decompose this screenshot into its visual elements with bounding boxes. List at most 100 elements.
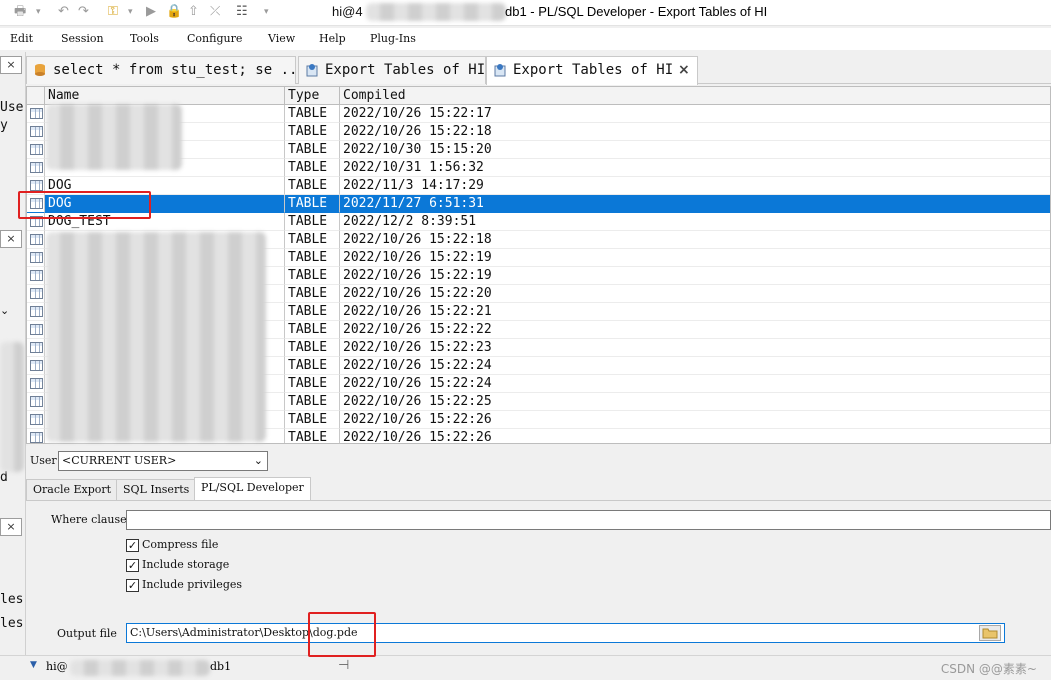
- tab-oracle-export[interactable]: Oracle Export: [26, 479, 119, 501]
- grid-corner: [27, 87, 45, 105]
- redacted-names: [46, 104, 182, 170]
- key-icon[interactable]: ⚿: [108, 4, 118, 20]
- include-storage-label: Include storage: [142, 558, 230, 571]
- output-file-input[interactable]: C:\Users\Administrator\Desktop\dog.pde: [126, 623, 1005, 643]
- type-cell: TABLE: [285, 411, 340, 429]
- table-row[interactable]: DOG TABLE 2022/11/3 14:17:29: [27, 177, 1050, 195]
- customize-toolbar-icon[interactable]: ▾: [264, 4, 269, 20]
- menu-configure[interactable]: Configure: [187, 32, 242, 45]
- compress-file-checkbox[interactable]: ✓: [126, 539, 139, 552]
- row-icon-cell: [27, 429, 45, 443]
- compiled-cell: 2022/10/26 15:22:21: [340, 303, 1050, 321]
- print-dropdown-icon[interactable]: ▾: [36, 4, 41, 20]
- table-icon: [30, 324, 43, 335]
- export-options-form: User <CURRENT USER> ⌄ Oracle Export SQL …: [26, 446, 1051, 654]
- type-cell: TABLE: [285, 303, 340, 321]
- table-icon: [30, 342, 43, 353]
- menu-session[interactable]: Session: [61, 32, 104, 45]
- lock-icon[interactable]: 🔒: [166, 4, 182, 20]
- where-clause-label: Where clause: [51, 513, 127, 526]
- undo-icon[interactable]: ↶: [58, 4, 69, 20]
- row-icon-cell: [27, 213, 45, 231]
- compiled-cell: 2022/10/26 15:22:26: [340, 429, 1050, 443]
- tab-sql-inserts[interactable]: SQL Inserts: [116, 479, 197, 501]
- connection-dropdown-icon[interactable]: ▼: [30, 660, 37, 670]
- tab-sql-window[interactable]: select * from stu_test; se ...: [26, 56, 306, 84]
- compiled-cell: 2022/12/2 8:39:51: [340, 213, 1050, 231]
- watermark: CSDN @@素素~: [940, 662, 1037, 676]
- panel-close-button[interactable]: ×: [0, 56, 22, 74]
- table-icon: [30, 414, 43, 425]
- type-cell: TABLE: [285, 393, 340, 411]
- tab-label: select * from stu_test; se ...: [53, 62, 306, 78]
- redacted-panel: [0, 342, 24, 472]
- row-icon-cell: [27, 411, 45, 429]
- redacted-connection: [70, 660, 210, 676]
- table-icon: [30, 396, 43, 407]
- table-icon: [30, 252, 43, 263]
- tab-plsql-developer[interactable]: PL/SQL Developer: [194, 477, 311, 501]
- table-icon: [30, 234, 43, 245]
- window-title: db1 - PL/SQL Developer - Export Tables o…: [505, 4, 768, 19]
- type-cell: TABLE: [285, 285, 340, 303]
- row-icon-cell: [27, 339, 45, 357]
- type-cell: TABLE: [285, 177, 340, 195]
- execute-icon[interactable]: ▶: [146, 4, 156, 20]
- database-icon: [35, 64, 45, 76]
- tab-label: Export Tables of HI: [513, 62, 674, 78]
- row-icon-cell: [27, 357, 45, 375]
- type-cell: TABLE: [285, 357, 340, 375]
- compiled-cell: 2022/10/26 15:22:17: [340, 105, 1050, 123]
- panel-close-button[interactable]: ×: [0, 230, 22, 248]
- column-header-type[interactable]: Type: [285, 87, 340, 105]
- browse-folder-button[interactable]: [979, 625, 1001, 641]
- compiled-cell: 2022/10/26 15:22:23: [340, 339, 1050, 357]
- rollback-icon[interactable]: ⤫: [210, 4, 220, 20]
- menu-edit[interactable]: Edit: [10, 32, 33, 45]
- key-dropdown-icon[interactable]: ▾: [128, 4, 133, 20]
- left-side-panel: × Use: y × ⌄ d × les les: [0, 52, 26, 655]
- compiled-cell: 2022/11/3 14:17:29: [340, 177, 1050, 195]
- redo-icon[interactable]: ↷: [78, 4, 89, 20]
- window-title-prefix: hi@4: [332, 4, 363, 19]
- row-icon-cell: [27, 285, 45, 303]
- menu-help[interactable]: Help: [319, 32, 346, 45]
- compiled-cell: 2022/10/26 15:22:19: [340, 267, 1050, 285]
- column-header-name[interactable]: Name: [45, 87, 285, 105]
- filter-settings-icon[interactable]: ☷: [236, 4, 248, 20]
- tab-export-tables-active[interactable]: Export Tables of HI ×: [486, 56, 698, 85]
- row-icon-cell: [27, 393, 45, 411]
- table-icon: [30, 270, 43, 281]
- chevron-down-icon[interactable]: ⌄: [0, 304, 24, 317]
- column-header-compiled[interactable]: Compiled: [340, 87, 1050, 105]
- include-privileges-checkbox[interactable]: ✓: [126, 579, 139, 592]
- compiled-cell: 2022/10/26 15:22:24: [340, 375, 1050, 393]
- user-select[interactable]: <CURRENT USER> ⌄: [58, 451, 268, 471]
- name-cell: DOG_TEST: [45, 213, 285, 231]
- menu-bar: Edit Session Tools Configure View Help P…: [0, 28, 1051, 50]
- output-file-label: Output file: [57, 627, 117, 640]
- compiled-cell: 2022/10/26 15:22:24: [340, 357, 1050, 375]
- compiled-cell: 2022/10/26 15:22:25: [340, 393, 1050, 411]
- tab-export-tables[interactable]: Export Tables of HI: [298, 56, 486, 84]
- menu-view[interactable]: View: [268, 32, 295, 45]
- include-storage-checkbox[interactable]: ✓: [126, 559, 139, 572]
- panel-close-button[interactable]: ×: [0, 518, 22, 536]
- where-clause-input[interactable]: [126, 510, 1051, 530]
- commit-icon[interactable]: ⇧: [188, 4, 199, 20]
- pin-icon[interactable]: ⊣: [338, 658, 349, 673]
- table-icon: [30, 126, 43, 137]
- type-cell: TABLE: [285, 213, 340, 231]
- print-icon[interactable]: 🖶: [14, 4, 26, 20]
- table-icon: [30, 198, 43, 209]
- table-icon: [30, 360, 43, 371]
- table-icon: [30, 216, 43, 227]
- menu-tools[interactable]: Tools: [130, 32, 159, 45]
- menu-plugins[interactable]: Plug-Ins: [370, 32, 416, 45]
- plsql-developer-panel: Where clause ✓ Compress file ✓ Include s…: [26, 500, 1051, 654]
- table-row[interactable]: DOG_TEST TABLE 2022/12/2 8:39:51: [27, 213, 1050, 231]
- compiled-cell: 2022/10/26 15:22:18: [340, 123, 1050, 141]
- close-icon[interactable]: ×: [678, 57, 690, 83]
- table-row[interactable]: DOG TABLE 2022/11/27 6:51:31: [27, 195, 1050, 213]
- type-cell: TABLE: [285, 267, 340, 285]
